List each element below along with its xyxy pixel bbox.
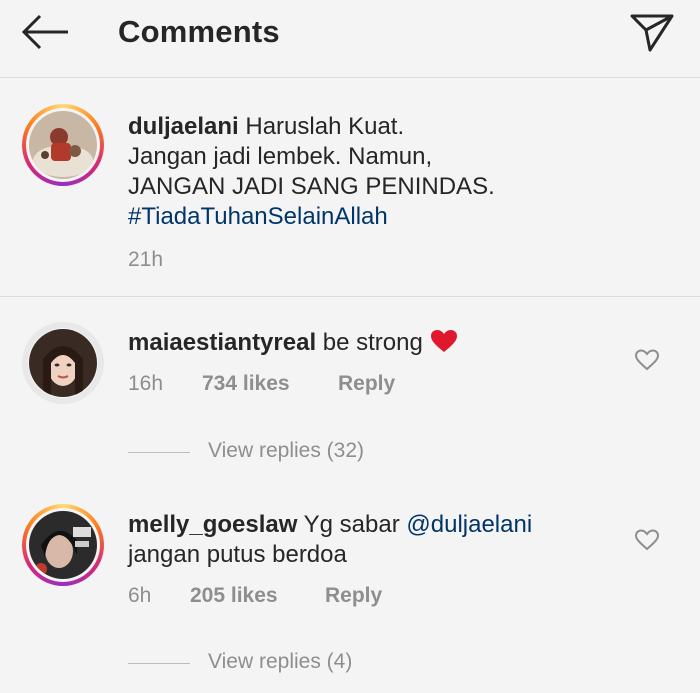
share-button[interactable] <box>628 10 676 54</box>
top-bar: Comments <box>0 0 700 78</box>
page-title: Comments <box>118 14 280 49</box>
avatar[interactable] <box>22 104 104 186</box>
caption-text-line1: Haruslah Kuat. <box>238 113 405 140</box>
avatar[interactable] <box>22 504 104 586</box>
avatar-photo <box>29 511 97 579</box>
heart-emoji <box>430 330 457 352</box>
avatar[interactable] <box>22 322 104 404</box>
heart-outline-icon <box>634 529 660 551</box>
like-button[interactable] <box>634 528 660 552</box>
arrow-left-icon <box>21 14 68 50</box>
replies-divider-line <box>128 663 190 664</box>
reply-button[interactable]: Reply <box>325 584 382 608</box>
avatar-ring-gap <box>26 508 100 582</box>
comment-text: melly_goeslaw Yg sabar @duljaelani janga… <box>128 510 608 570</box>
like-button[interactable] <box>634 348 660 372</box>
view-replies-label: View replies (32) <box>208 439 365 462</box>
timestamp: 21h <box>128 248 164 271</box>
divider <box>0 296 700 297</box>
hashtag-link[interactable]: #TiadaTuhanSelainAllah <box>128 203 388 230</box>
caption-text-line2: Jangan jadi lembek. Namun, <box>128 143 433 170</box>
comment-body: Yg sabar <box>297 511 407 538</box>
avatar-frame <box>28 328 98 398</box>
avatar-ring-gap <box>26 108 100 182</box>
mention-link[interactable]: @duljaelani <box>406 511 532 538</box>
username[interactable]: maiaestiantyreal <box>128 329 316 356</box>
comment-body-line2: jangan putus berdoa <box>128 541 347 568</box>
timestamp: 6h <box>128 584 152 607</box>
reply-button[interactable]: Reply <box>338 372 395 396</box>
caption-text-line3: JANGAN JADI SANG PENINDAS. <box>128 173 495 200</box>
view-replies-label: View replies (4) <box>208 650 353 673</box>
comment-text: maiaestiantyreal be strong <box>128 328 608 358</box>
view-replies-button[interactable]: View replies (4) <box>128 650 428 676</box>
back-button[interactable] <box>20 12 72 52</box>
paper-plane-icon <box>630 14 674 52</box>
username[interactable]: melly_goeslaw <box>128 511 297 538</box>
caption-text: duljaelani Haruslah Kuat. Jangan jadi le… <box>128 112 608 232</box>
timestamp: 16h <box>128 372 164 395</box>
replies-divider-line <box>128 452 190 453</box>
likes-count[interactable]: 734 likes <box>202 372 290 396</box>
view-replies-button[interactable]: View replies (32) <box>128 439 428 465</box>
avatar-photo <box>29 329 97 397</box>
likes-count[interactable]: 205 likes <box>190 584 278 608</box>
username[interactable]: duljaelani <box>128 113 239 140</box>
heart-outline-icon <box>634 349 660 371</box>
avatar-photo <box>29 111 97 179</box>
comment-body: be strong <box>316 329 430 356</box>
